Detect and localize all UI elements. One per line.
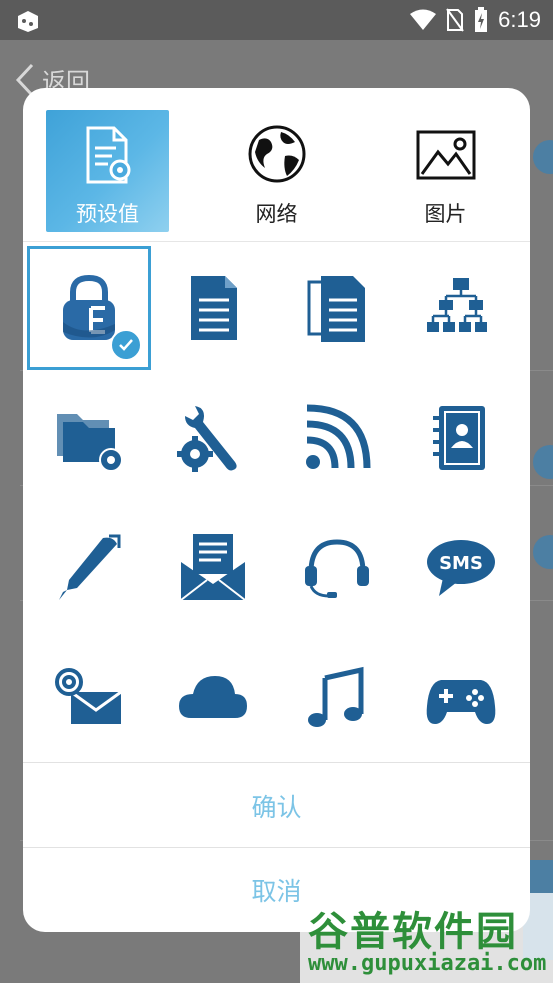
sms-bubble-icon: SMS xyxy=(427,540,495,596)
no-sim-icon xyxy=(446,8,464,32)
document-gear-icon xyxy=(86,126,130,184)
divider xyxy=(23,762,530,763)
tab-network-label: 网络 xyxy=(255,202,298,226)
icon-option-sms[interactable]: SMS xyxy=(399,506,523,630)
icon-category-tabs: 预设值 网络 图片 xyxy=(23,88,530,242)
icon-option-rss[interactable] xyxy=(275,376,399,500)
tab-presets[interactable]: 预设值 xyxy=(46,110,169,232)
watermark-url: www.gupuxiazai.com xyxy=(308,951,547,976)
icon-option-padlock[interactable] xyxy=(27,246,151,370)
icon-option-support[interactable] xyxy=(275,506,399,630)
wrench-gear-icon xyxy=(177,406,237,472)
icon-option-pen[interactable] xyxy=(27,506,151,630)
gamepad-icon xyxy=(426,680,496,724)
tab-images-label: 图片 xyxy=(424,202,467,226)
icon-option-documents[interactable] xyxy=(275,246,399,370)
icon-option-tools[interactable] xyxy=(151,376,275,500)
cloud-icon xyxy=(179,676,247,718)
tab-network[interactable]: 网络 xyxy=(215,110,338,232)
address-book-icon xyxy=(433,406,485,470)
globe-icon xyxy=(248,125,305,183)
icon-option-game[interactable] xyxy=(399,636,523,760)
selected-check-badge xyxy=(110,329,142,361)
icon-option-cloud[interactable] xyxy=(151,636,275,760)
sms-label: SMS xyxy=(439,553,483,574)
background-toggle xyxy=(533,445,553,479)
background-toggle xyxy=(533,140,553,174)
icon-option-email[interactable] xyxy=(27,636,151,760)
icon-option-newsletter[interactable] xyxy=(151,506,275,630)
email-at-icon xyxy=(55,668,122,724)
tab-images[interactable]: 图片 xyxy=(384,110,507,232)
icon-option-music[interactable] xyxy=(275,636,399,760)
icon-grid: SMS xyxy=(23,244,530,762)
image-icon xyxy=(416,130,475,180)
icon-option-folder-settings[interactable] xyxy=(27,376,151,500)
confirm-button[interactable]: 确认 xyxy=(23,764,530,848)
documents-icon xyxy=(307,276,365,342)
clock: 6:19 xyxy=(498,7,541,32)
status-bar: 6:19 xyxy=(0,0,553,40)
battery-charging-icon xyxy=(475,7,488,32)
app-notification-icon xyxy=(18,11,38,32)
music-note-icon xyxy=(308,666,364,727)
tab-presets-label: 预设值 xyxy=(76,202,139,226)
rss-icon xyxy=(306,404,371,469)
checkmark-icon xyxy=(119,339,133,351)
headset-icon xyxy=(305,539,369,598)
watermark: 谷普软件园 www.gupuxiazai.com xyxy=(300,893,553,983)
watermark-title: 谷普软件园 xyxy=(308,909,518,955)
icon-option-org-chart[interactable] xyxy=(399,246,523,370)
newsletter-envelope-icon xyxy=(180,534,246,601)
status-icons: 6:19 xyxy=(410,6,541,34)
pen-icon xyxy=(59,534,121,600)
icon-option-contacts[interactable] xyxy=(399,376,523,500)
icon-option-document[interactable] xyxy=(151,246,275,370)
icon-picker-dialog: 预设值 网络 图片 SMS 确认 取消 xyxy=(23,88,530,932)
org-chart-icon xyxy=(427,278,487,332)
background-toggle xyxy=(533,535,553,569)
document-icon xyxy=(191,276,237,340)
wifi-icon xyxy=(410,9,437,30)
folder-gear-icon xyxy=(57,414,123,472)
